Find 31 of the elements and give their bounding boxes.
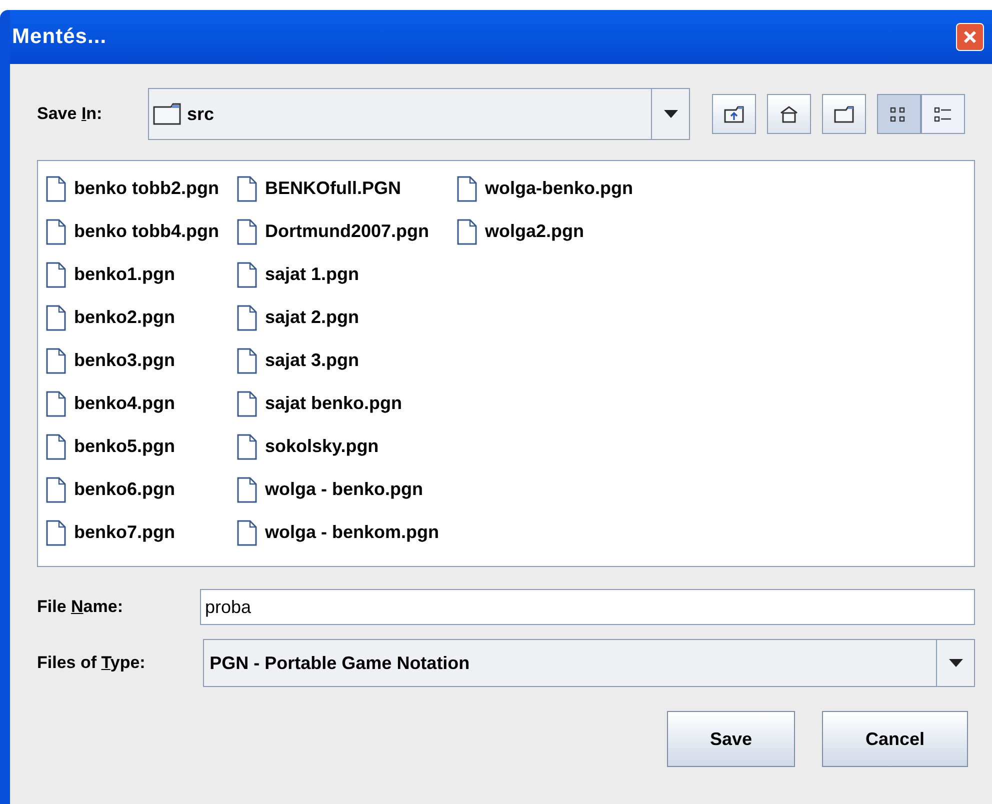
- file-item[interactable]: wolga - benkom.pgn: [236, 511, 447, 554]
- file-item[interactable]: sajat benko.pgn: [236, 382, 447, 425]
- file-item[interactable]: benko tobb4.pgn: [46, 210, 227, 253]
- file-item[interactable]: sajat 3.pgn: [236, 339, 447, 382]
- file-item[interactable]: sajat 2.pgn: [236, 296, 447, 339]
- file-item[interactable]: wolga - benko.pgn: [236, 468, 447, 511]
- file-item[interactable]: wolga2.pgn: [456, 210, 641, 253]
- file-item[interactable]: Dortmund2007.pgn: [236, 210, 447, 253]
- file-item[interactable]: benko7.pgn: [46, 511, 227, 554]
- file-item[interactable]: benko3.pgn: [46, 339, 227, 382]
- file-item[interactable]: benko4.pgn: [46, 382, 227, 425]
- file-item[interactable]: sokolsky.pgn: [236, 425, 447, 468]
- file-item[interactable]: benko tobb2.pgn: [46, 167, 227, 210]
- file-item[interactable]: BENKOfull.PGN: [236, 167, 447, 210]
- save-button[interactable]: Save: [667, 711, 795, 767]
- save-in-label: Save In:: [37, 103, 104, 126]
- file-item[interactable]: benko6.pgn: [46, 468, 227, 511]
- file-name-label: File Name:: [37, 596, 124, 618]
- file-type-label: Files of Type:: [37, 652, 146, 674]
- cancel-button[interactable]: Cancel: [822, 711, 968, 767]
- file-item[interactable]: wolga-benko.pgn: [456, 167, 641, 210]
- file-item[interactable]: benko1.pgn: [46, 253, 227, 296]
- window-title: Mentés...: [11, 24, 107, 50]
- file-type-dropdown[interactable]: PGN - Portable Game Notation: [202, 639, 975, 687]
- file-type-value: PGN - Portable Game Notation: [208, 652, 471, 674]
- folder-name: src: [187, 102, 214, 126]
- file-item[interactable]: benko5.pgn: [46, 425, 227, 468]
- file-item[interactable]: sajat 1.pgn: [236, 253, 447, 296]
- file-name-field[interactable]: proba: [200, 589, 975, 625]
- file-item[interactable]: benko2.pgn: [46, 296, 227, 339]
- save-in-dropdown[interactable]: src: [148, 88, 690, 140]
